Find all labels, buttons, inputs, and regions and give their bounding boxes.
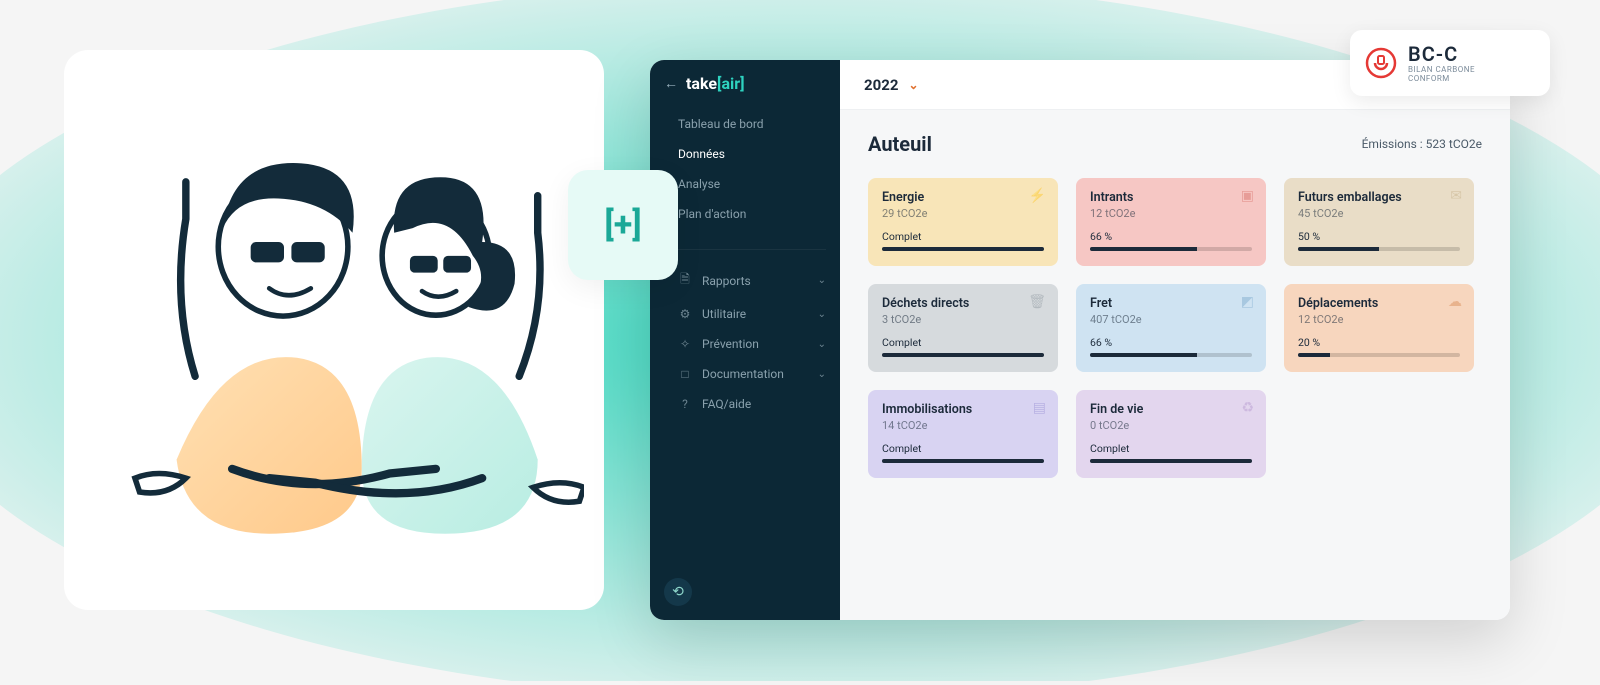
box-icon: ✉ [1450, 188, 1462, 204]
nav-item-label: Prévention [702, 337, 759, 351]
bcc-badge: BC-C BILAN CARBONE CONFORM [1350, 30, 1550, 96]
card-value: 3 tCO2e [882, 313, 1044, 326]
chevron-down-icon: ⌄ [818, 275, 826, 286]
card-progress [1090, 353, 1252, 357]
year-value: 2022 [864, 76, 898, 94]
card-d-placements[interactable]: ☁Déplacements 12 tCO2e 20 % [1284, 284, 1474, 372]
card-title: Energie [882, 190, 1044, 205]
help-icon: ? [678, 397, 692, 411]
document-icon: 🗎 [678, 270, 692, 291]
chevron-down-icon: ⌄ [818, 309, 826, 320]
sidebar: ← take[air] Tableau de bordDonnéesAnalys… [650, 60, 840, 620]
card-title: Fin de vie [1090, 402, 1252, 417]
card-value: 407 tCO2e [1090, 313, 1252, 326]
card-value: 29 tCO2e [882, 207, 1044, 220]
card-energie[interactable]: ⚡Energie 29 tCO2e Complet [868, 178, 1058, 266]
card-status: 66 % [1090, 230, 1252, 243]
plus-badge-label: [+] [604, 205, 641, 245]
card-fret[interactable]: ◩Fret 407 tCO2e 66 % [1076, 284, 1266, 372]
card-value: 12 tCO2e [1090, 207, 1252, 220]
card-value: 45 tCO2e [1298, 207, 1460, 220]
app-logo-bracket: [air] [717, 74, 745, 93]
card-progress [1090, 459, 1252, 463]
app-logo-prefix: take [686, 74, 717, 93]
card-progress [1298, 353, 1460, 357]
content: Auteuil Émissions : 523 tCO2e ⚡Energie 29… [840, 110, 1510, 500]
card-futurs-emballages[interactable]: ✉Futurs emballages 45 tCO2e 50 % [1284, 178, 1474, 266]
nav-item-utilitaire[interactable]: ⚙ Utilitaire ⌄ [650, 299, 840, 329]
cards-grid: ⚡Energie 29 tCO2e Complet ▣Intrants 12 tCO2e… [868, 178, 1482, 478]
card-progress [882, 247, 1044, 251]
card-value: 12 tCO2e [1298, 313, 1460, 326]
nav-primary: Tableau de bordDonnéesAnalysePlan d'acti… [650, 103, 840, 243]
bcc-logo-icon [1364, 46, 1398, 80]
nav-item-documentation[interactable]: □ Documentation ⌄ [650, 359, 840, 389]
plus-badge: [+] [568, 170, 678, 280]
card-progress [1298, 247, 1460, 251]
nav-item-rapports[interactable]: 🗎 Rapports ⌄ [650, 262, 840, 299]
nav-item-tableau-de-bord[interactable]: Tableau de bord [650, 109, 840, 139]
card-intrants[interactable]: ▣Intrants 12 tCO2e 66 % [1076, 178, 1266, 266]
nav-item-plan-d-action[interactable]: Plan d'action [650, 199, 840, 229]
truck-icon: ◩ [1241, 294, 1254, 310]
card-fin-de-vie[interactable]: ♻Fin de vie 0 tCO2e Complet [1076, 390, 1266, 478]
app-window: ← take[air] Tableau de bordDonnéesAnalys… [650, 60, 1510, 620]
card-value: 14 tCO2e [882, 419, 1044, 432]
site-title: Auteuil [868, 132, 932, 156]
people-illustration [84, 70, 584, 590]
card-title: Intrants [1090, 190, 1252, 205]
trash-icon: 🗑 [1028, 294, 1046, 310]
sliders-icon: ⚙ [678, 307, 692, 321]
card-title: Déchets directs [882, 296, 1044, 311]
back-arrow-icon[interactable]: ← [664, 75, 678, 92]
building-icon: ▤ [1033, 400, 1046, 416]
card-status: 66 % [1090, 336, 1252, 349]
nav-item-label: FAQ/aide [702, 397, 751, 411]
card-progress [1090, 247, 1252, 251]
card-title: Immobilisations [882, 402, 1044, 417]
chevron-down-icon: ⌄ [908, 78, 918, 92]
package-icon: ▣ [1241, 188, 1254, 204]
sidebar-collapse-button[interactable]: ⟲ [664, 578, 692, 606]
cloud-icon: ☁ [1448, 294, 1462, 310]
nav-item-pr-vention[interactable]: ✧ Prévention ⌄ [650, 329, 840, 359]
bolt-icon: ⚡ [1029, 188, 1046, 204]
nav-item-donn-es[interactable]: Données [650, 139, 840, 169]
nav-secondary: 🗎 Rapports ⌄ ⚙ Utilitaire ⌄ ✧ Prévention ⌄ □ Docum… [650, 256, 840, 425]
nav-item-label: Utilitaire [702, 307, 746, 321]
card-status: Complet [882, 442, 1044, 455]
year-select[interactable]: 2022 ⌄ [864, 76, 919, 94]
chevron-down-icon: ⌄ [818, 369, 826, 380]
card-immobilisations[interactable]: ▤Immobilisations 14 tCO2e Complet [868, 390, 1058, 478]
nav-item-label: Documentation [702, 367, 784, 381]
card-progress [882, 353, 1044, 357]
app-logo[interactable]: take[air] [686, 74, 745, 93]
nav-divider [664, 249, 826, 250]
card-progress [882, 459, 1044, 463]
card-d-chets-directs[interactable]: 🗑Déchets directs 3 tCO2e Complet [868, 284, 1058, 372]
emissions-total: Émissions : 523 tCO2e [1362, 137, 1482, 151]
card-value: 0 tCO2e [1090, 419, 1252, 432]
card-status: 20 % [1298, 336, 1460, 349]
card-status: Complet [882, 230, 1044, 243]
bcc-text: BC-C BILAN CARBONE CONFORM [1408, 42, 1475, 84]
card-title: Fret [1090, 296, 1252, 311]
nav-item-faq-aide[interactable]: ? FAQ/aide [650, 389, 840, 419]
nav-item-label: Rapports [702, 274, 751, 288]
card-title: Futurs emballages [1298, 190, 1460, 205]
card-title: Déplacements [1298, 296, 1460, 311]
card-status: Complet [1090, 442, 1252, 455]
card-status: 50 % [1298, 230, 1460, 243]
chevron-down-icon: ⌄ [818, 339, 826, 350]
nav-item-analyse[interactable]: Analyse [650, 169, 840, 199]
shield-icon: ✧ [678, 337, 692, 351]
recycle-icon: ♻ [1241, 400, 1254, 416]
bcc-sub2: CONFORM [1408, 75, 1475, 84]
book-icon: □ [678, 367, 692, 381]
main-area: 2022 ⌄ Auteuil Émissions : 523 tCO2e ⚡En… [840, 60, 1510, 620]
card-status: Complet [882, 336, 1044, 349]
bcc-title: BC-C [1408, 42, 1475, 66]
illustration-panel [64, 50, 604, 610]
